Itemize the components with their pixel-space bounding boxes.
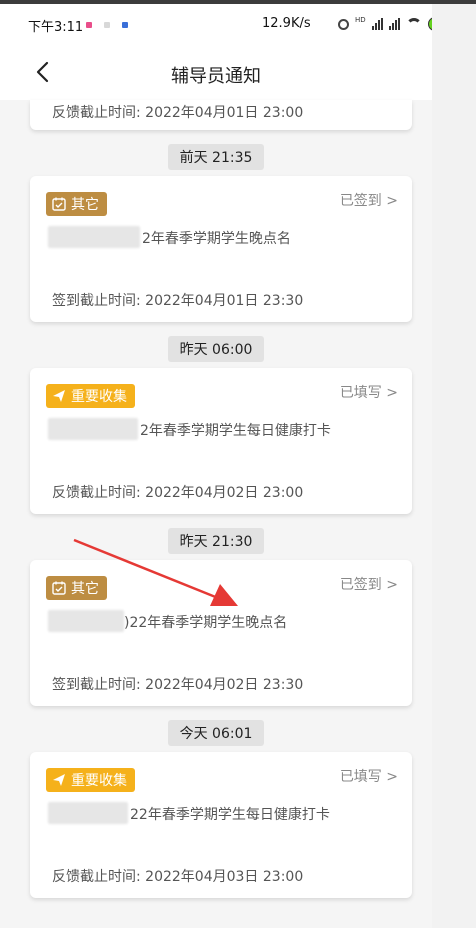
paper-plane-icon	[52, 389, 66, 403]
tag-label: 其它	[71, 197, 99, 213]
timestamp-label: 今天 06:01	[167, 720, 265, 746]
timestamp: 今天 06:01	[0, 720, 432, 746]
signal-icon	[388, 18, 400, 30]
timestamp: 昨天 06:00	[0, 336, 432, 362]
timestamp: 前天 21:35	[0, 144, 432, 170]
timestamp: 昨天 21:30	[0, 528, 432, 554]
deadline-text: 反馈截止时间: 2022年04月03日 23:00	[52, 869, 304, 885]
notification-icon	[86, 22, 92, 28]
notification-icon	[104, 22, 110, 28]
tag-label: 其它	[71, 581, 99, 597]
deadline-text: 反馈截止时间: 2022年04月01日 23:00	[52, 105, 304, 121]
notice-title: 2年春季学期学生晚点名	[142, 231, 291, 247]
notice-title: 22年春季学期学生每日健康打卡	[130, 807, 330, 823]
nav-bar: 辅导员通知	[0, 44, 432, 100]
background-panel	[432, 4, 476, 928]
category-tag: 其它	[46, 192, 107, 216]
deadline-text: 签到截止时间: 2022年04月01日 23:30	[52, 293, 304, 309]
paper-plane-icon	[52, 773, 66, 787]
notice-card[interactable]: 其它 已签到 > )22年春季学期学生晚点名 签到截止时间: 2022年04月0…	[30, 560, 412, 706]
tag-label: 重要收集	[71, 773, 127, 789]
status-bar: 下午3:11 12.9K/s HD 98	[0, 4, 432, 44]
page-title: 辅导员通知	[171, 66, 261, 87]
status-time: 下午3:11	[28, 20, 84, 35]
alarm-icon	[338, 18, 349, 30]
timestamp-label: 昨天 06:00	[167, 336, 265, 362]
notice-title: 2年春季学期学生每日健康打卡	[140, 423, 331, 439]
status-link[interactable]: 已填写 >	[340, 382, 398, 402]
wifi-icon	[405, 18, 422, 30]
category-tag: 重要收集	[46, 768, 135, 792]
status-link[interactable]: 已签到 >	[340, 574, 398, 594]
calendar-check-icon	[52, 197, 66, 211]
deadline-text: 签到截止时间: 2022年04月02日 23:30	[52, 677, 304, 693]
timestamp-label: 昨天 21:30	[167, 528, 265, 554]
notice-card[interactable]: 其它 已签到 > 2年春季学期学生晚点名 签到截止时间: 2022年04月01日…	[30, 176, 412, 322]
timestamp-label: 前天 21:35	[167, 144, 265, 170]
notice-card[interactable]: 重要收集 已填写 > 22年春季学期学生每日健康打卡 反馈截止时间: 2022年…	[30, 752, 412, 898]
status-link[interactable]: 已填写 >	[340, 766, 398, 786]
notice-card[interactable]: 反馈截止时间: 2022年04月01日 23:00	[30, 100, 412, 130]
status-link[interactable]: 已签到 >	[340, 190, 398, 210]
calendar-check-icon	[52, 581, 66, 595]
notice-card[interactable]: 重要收集 已填写 > 2年春季学期学生每日健康打卡 反馈截止时间: 2022年0…	[30, 368, 412, 514]
notice-title: )22年春季学期学生晚点名	[124, 615, 288, 631]
tag-label: 重要收集	[71, 389, 127, 405]
redacted-text	[48, 610, 124, 632]
phone-screen: 下午3:11 12.9K/s HD 98 辅导员通知 反馈截止时间: 2022年…	[0, 4, 432, 928]
network-speed: 12.9K/s	[262, 16, 311, 31]
signal-icon	[371, 18, 383, 30]
deadline-text: 反馈截止时间: 2022年04月02日 23:00	[52, 485, 304, 501]
battery-icon: 98	[427, 17, 432, 31]
category-tag: 重要收集	[46, 384, 135, 408]
redacted-text	[48, 226, 140, 248]
notification-icon	[122, 22, 128, 28]
redacted-text	[48, 418, 138, 440]
category-tag: 其它	[46, 576, 107, 600]
redacted-text	[48, 802, 128, 824]
hd-label: HD	[355, 16, 366, 24]
